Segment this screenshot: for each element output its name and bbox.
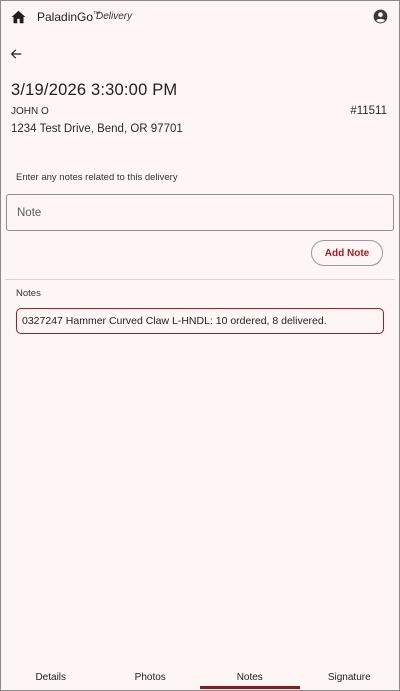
app-frame: PaladinGo™ Delivery 3/19/2026 3:30:00 PM… xyxy=(0,0,400,691)
app-bar: PaladinGo™ Delivery xyxy=(1,1,399,33)
app-subtitle: Delivery xyxy=(96,11,133,22)
bottom-tab-bar: Details Photos Notes Signature xyxy=(1,664,399,690)
home-icon[interactable] xyxy=(11,10,26,24)
note-input[interactable] xyxy=(6,194,394,231)
delivery-address: 1234 Test Drive, Bend, OR 97701 xyxy=(11,123,183,135)
delivery-date: 3/19/2026 3:30:00 PM xyxy=(11,81,178,99)
tab-details[interactable]: Details xyxy=(1,664,101,690)
account-icon[interactable] xyxy=(373,9,388,24)
customer-name: JOHN O xyxy=(11,106,49,117)
tab-signature[interactable]: Signature xyxy=(300,664,400,690)
add-note-button[interactable]: Add Note xyxy=(311,240,383,266)
app-name: PaladinGo™ xyxy=(37,10,101,24)
tab-notes[interactable]: Notes xyxy=(200,664,300,690)
note-item[interactable]: 0327247 Hammer Curved Claw L-HNDL: 10 or… xyxy=(16,308,384,334)
divider xyxy=(5,279,395,280)
notes-heading: Notes xyxy=(16,288,41,299)
back-arrow-icon[interactable] xyxy=(9,47,23,61)
order-number: #11511 xyxy=(350,105,387,117)
notes-prompt: Enter any notes related to this delivery xyxy=(16,172,178,183)
tab-photos[interactable]: Photos xyxy=(101,664,201,690)
